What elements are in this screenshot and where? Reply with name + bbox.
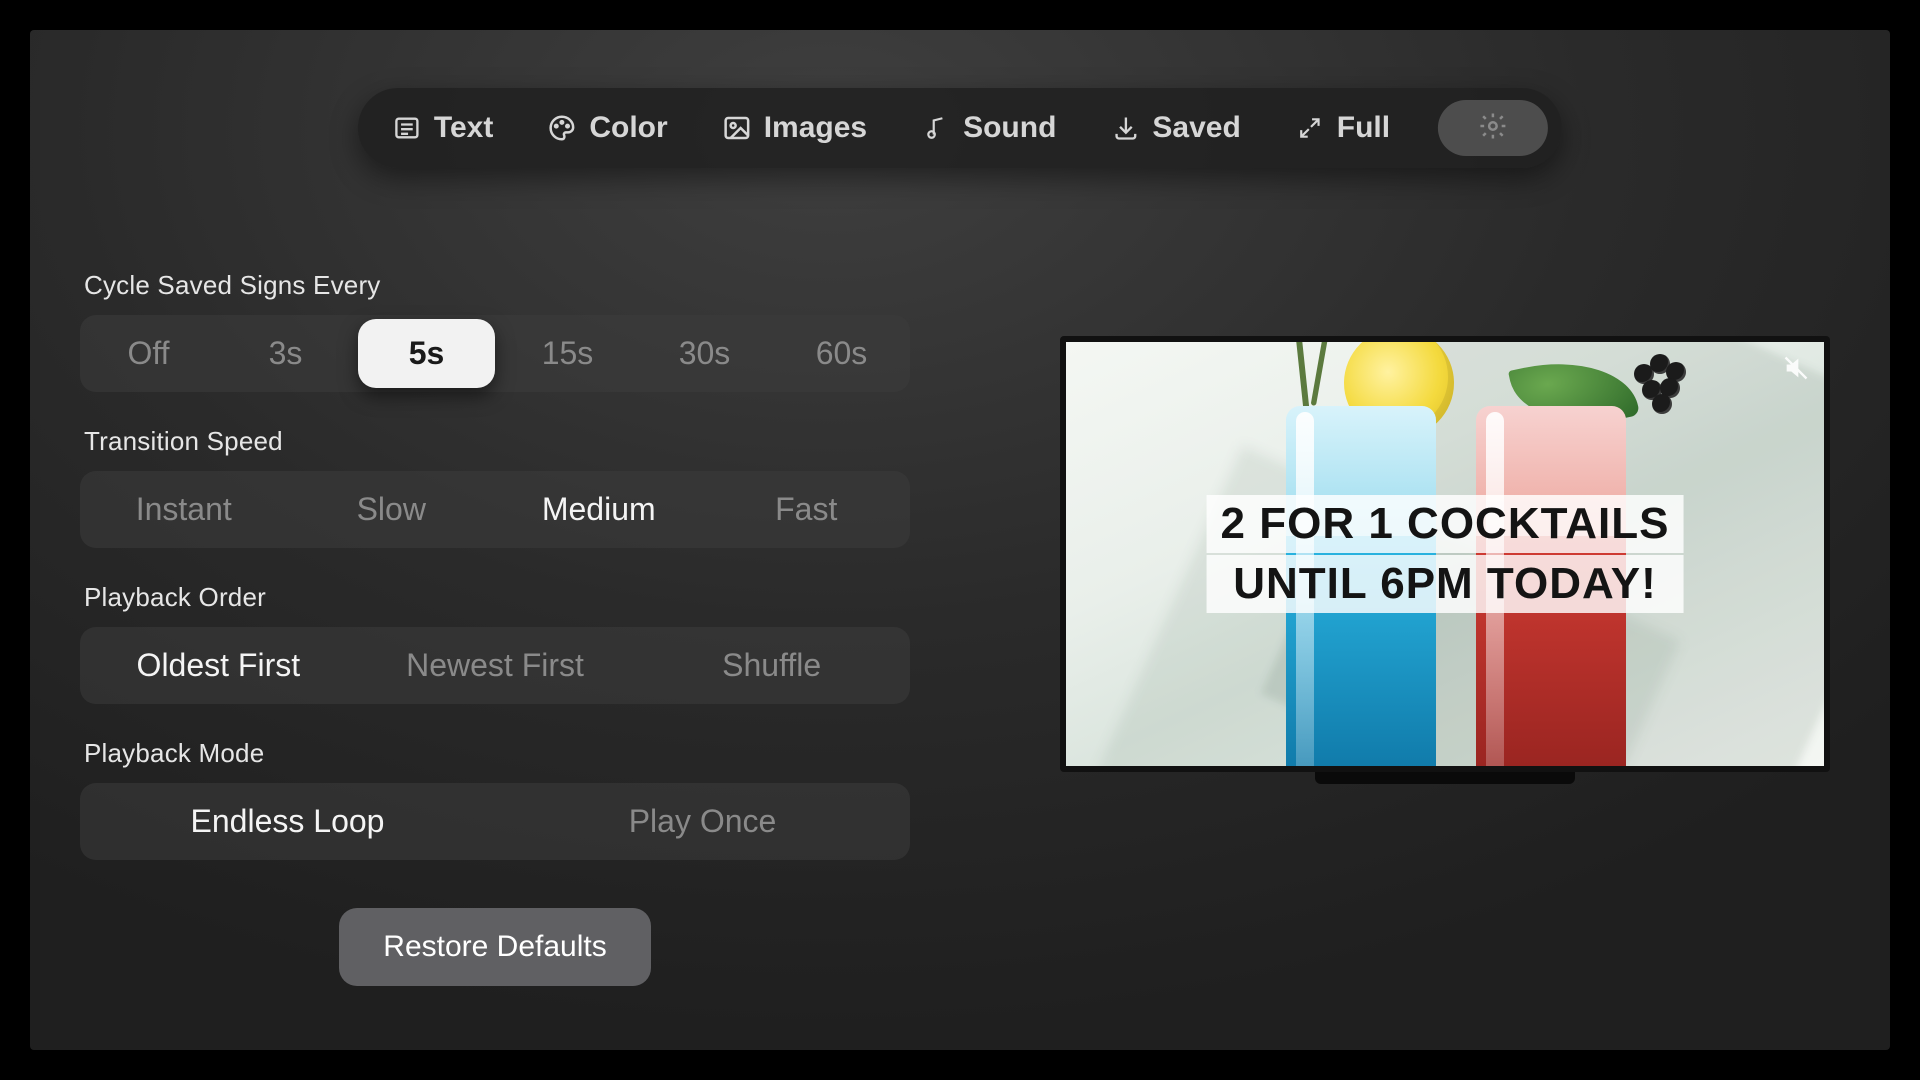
transition-segmented: Instant Slow Medium Fast [80, 471, 910, 548]
tab-label: Text [434, 111, 493, 145]
tab-label: Saved [1152, 111, 1240, 145]
palette-icon [547, 113, 577, 143]
monitor-stand [1315, 772, 1575, 784]
preview-line-1: 2 FOR 1 COCKTAILS [1207, 495, 1684, 553]
tab-label: Sound [963, 111, 1056, 145]
cycle-label: Cycle Saved Signs Every [84, 270, 910, 301]
transition-option-instant[interactable]: Instant [80, 471, 288, 548]
tab-label: Images [764, 111, 867, 145]
transition-option-slow[interactable]: Slow [288, 471, 496, 548]
download-icon [1110, 113, 1140, 143]
cycle-option-3s[interactable]: 3s [217, 315, 354, 392]
cycle-segmented: Off 3s 5s 15s 30s 60s [80, 315, 910, 392]
transition-label: Transition Speed [84, 426, 910, 457]
blackberry-icon [1634, 354, 1698, 418]
gear-icon [1478, 111, 1508, 146]
text-icon [392, 113, 422, 143]
order-label: Playback Order [84, 582, 910, 613]
mode-option-loop[interactable]: Endless Loop [80, 783, 495, 860]
preview-screen: 2 FOR 1 COCKTAILS UNTIL 6PM TODAY! [1066, 342, 1824, 766]
cycle-option-15s[interactable]: 15s [499, 315, 636, 392]
preview-line-2: UNTIL 6PM TODAY! [1207, 555, 1684, 613]
tab-text[interactable]: Text [392, 111, 493, 145]
restore-defaults-button[interactable]: Restore Defaults [339, 908, 650, 986]
settings-panel: Cycle Saved Signs Every Off 3s 5s 15s 30… [80, 270, 910, 986]
cycle-option-60s[interactable]: 60s [773, 315, 910, 392]
tab-full[interactable]: Full [1295, 111, 1390, 145]
order-option-shuffle[interactable]: Shuffle [633, 627, 910, 704]
tab-label: Color [589, 111, 667, 145]
preview-text-overlay: 2 FOR 1 COCKTAILS UNTIL 6PM TODAY! [1207, 495, 1684, 613]
app-stage: Text Color Images Sound Saved [30, 30, 1890, 1050]
preview-monitor: 2 FOR 1 COCKTAILS UNTIL 6PM TODAY! [1060, 336, 1830, 772]
cycle-option-5s[interactable]: 5s [358, 319, 495, 388]
cycle-option-off[interactable]: Off [80, 315, 217, 392]
transition-option-medium[interactable]: Medium [495, 471, 703, 548]
image-icon [722, 113, 752, 143]
top-toolbar: Text Color Images Sound Saved [358, 88, 1562, 168]
mode-option-once[interactable]: Play Once [495, 783, 910, 860]
mode-segmented: Endless Loop Play Once [80, 783, 910, 860]
order-option-newest[interactable]: Newest First [357, 627, 634, 704]
mode-label: Playback Mode [84, 738, 910, 769]
tab-images[interactable]: Images [722, 111, 867, 145]
order-option-oldest[interactable]: Oldest First [80, 627, 357, 704]
transition-option-fast[interactable]: Fast [703, 471, 911, 548]
order-segmented: Oldest First Newest First Shuffle [80, 627, 910, 704]
music-note-icon [921, 113, 951, 143]
mute-icon [1782, 354, 1810, 382]
cycle-option-30s[interactable]: 30s [636, 315, 773, 392]
tab-label: Full [1337, 111, 1390, 145]
tab-saved[interactable]: Saved [1110, 111, 1240, 145]
tab-settings[interactable] [1438, 100, 1548, 156]
expand-icon [1295, 113, 1325, 143]
tab-sound[interactable]: Sound [921, 111, 1056, 145]
tab-color[interactable]: Color [547, 111, 667, 145]
